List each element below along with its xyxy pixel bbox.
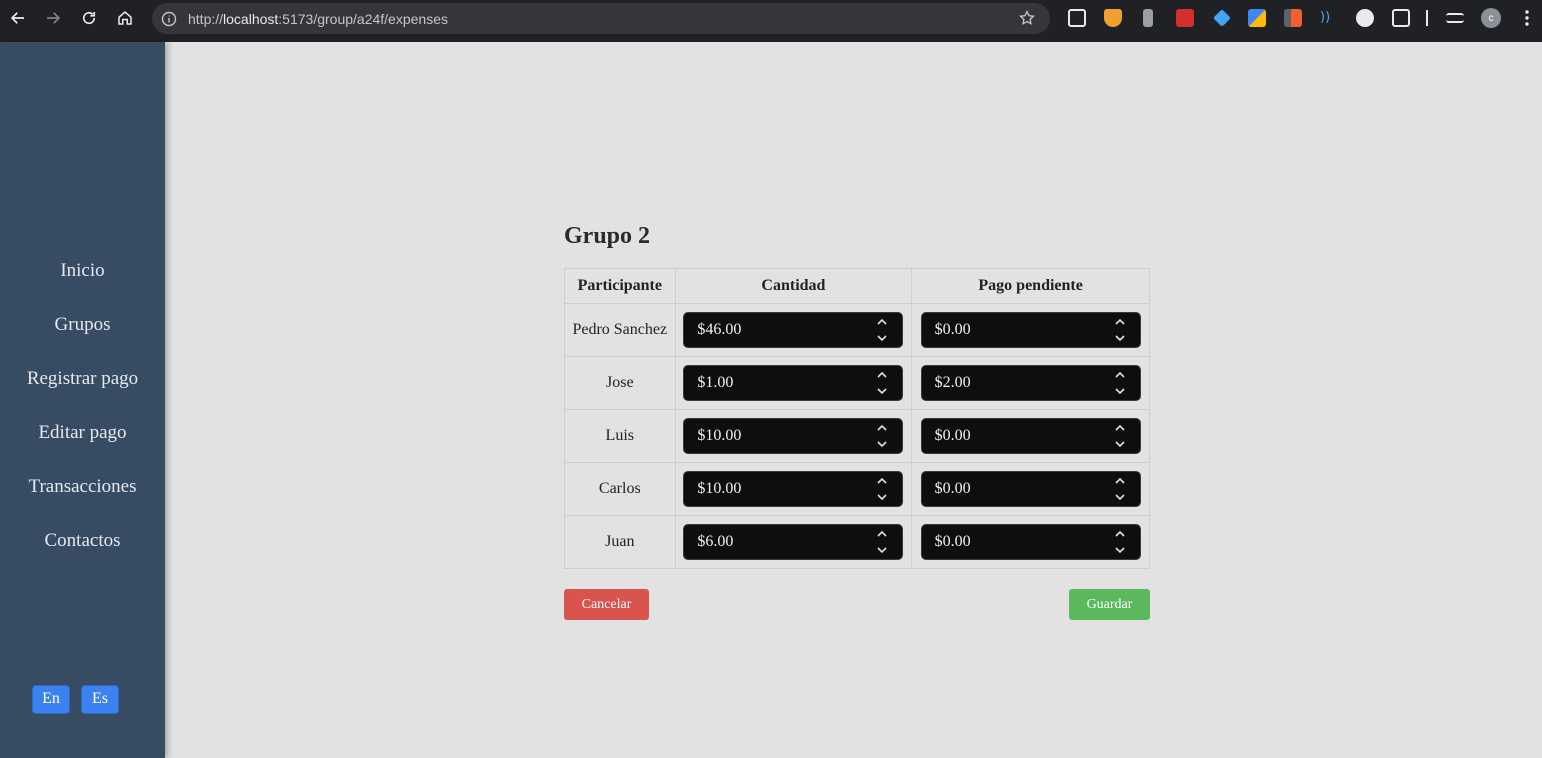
extension-multicolor-icon[interactable] (1248, 9, 1266, 27)
spinner-arrows-icon[interactable] (876, 475, 888, 503)
forward-icon[interactable] (35, 0, 71, 36)
participant-name: Jose (564, 356, 676, 410)
pending-value: $0.00 (934, 427, 971, 444)
extension-phone-icon[interactable] (1143, 9, 1153, 27)
reload-icon[interactable] (71, 0, 107, 36)
extension-circle-icon[interactable] (1356, 9, 1374, 27)
sidebar-item-contactos[interactable]: Contactos (0, 529, 165, 553)
language-es-button[interactable]: Es (81, 685, 119, 714)
amount-input[interactable]: $46.00 (683, 312, 904, 348)
menu-kebab-icon[interactable] (1519, 9, 1535, 27)
spinner-arrows-icon[interactable] (1114, 528, 1126, 556)
amount-value: $6.00 (697, 533, 734, 550)
spinner-arrows-icon[interactable] (876, 528, 888, 556)
table-row: Jose $1.00 $2.00 (564, 356, 1150, 410)
extension-flag-icon[interactable] (1284, 9, 1302, 27)
sidebar-item-inicio[interactable]: Inicio (0, 259, 165, 283)
amount-value: $46.00 (697, 321, 742, 338)
sidebar-item-transacciones[interactable]: Transacciones (0, 475, 165, 499)
pending-cell: $2.00 (911, 356, 1150, 410)
amount-value: $10.00 (697, 480, 742, 497)
amount-input[interactable]: $10.00 (683, 471, 904, 507)
pending-payment-input[interactable]: $0.00 (920, 524, 1141, 560)
pending-payment-input[interactable]: $0.00 (920, 471, 1141, 507)
spinner-arrows-icon[interactable] (1114, 369, 1126, 397)
participant-name: Luis (564, 409, 676, 463)
extension-red-icon[interactable] (1176, 9, 1194, 27)
table-row: Carlos $10.00 $0.00 (564, 462, 1150, 516)
spinner-arrows-icon[interactable] (876, 316, 888, 344)
spinner-arrows-icon[interactable] (1114, 475, 1126, 503)
extension-wave-icon[interactable]: )) (1320, 9, 1338, 27)
table-row: Pedro Sanchez $46.00 $0.00 (564, 303, 1150, 357)
pending-payment-input[interactable]: $0.00 (920, 418, 1141, 454)
table-header-row: Participante Cantidad Pago pendiente (564, 268, 1150, 304)
pending-value: $0.00 (934, 533, 971, 550)
save-button[interactable]: Guardar (1069, 589, 1150, 620)
amount-input[interactable]: $1.00 (683, 365, 904, 401)
pending-cell: $0.00 (911, 409, 1150, 463)
home-icon[interactable] (107, 0, 143, 36)
site-info-icon[interactable] (161, 11, 177, 27)
amount-cell: $1.00 (674, 356, 913, 410)
amount-value: $1.00 (697, 374, 734, 391)
media-control-icon[interactable] (1446, 13, 1464, 23)
sidebar-item-editar-pago[interactable]: Editar pago (0, 421, 165, 445)
pending-payment-input[interactable]: $0.00 (920, 312, 1141, 348)
expenses-table: Participante Cantidad Pago pendiente Ped… (564, 268, 1150, 569)
browser-toolbar: http://localhost:5173/group/a24f/expense… (0, 0, 1542, 42)
pending-value: $0.00 (934, 480, 971, 497)
url-text: http://localhost:5173/group/a24f/expense… (188, 10, 448, 27)
participant-name: Pedro Sanchez (564, 303, 676, 357)
spinner-arrows-icon[interactable] (876, 369, 888, 397)
bookmark-star-icon[interactable] (1018, 9, 1036, 27)
amount-input[interactable]: $10.00 (683, 418, 904, 454)
participant-name: Juan (564, 515, 676, 569)
extensions-puzzle-icon[interactable] (1392, 9, 1410, 27)
sidebar-item-grupos[interactable]: Grupos (0, 313, 165, 337)
pending-value: $0.00 (934, 321, 971, 338)
pending-cell: $0.00 (911, 303, 1150, 357)
language-en-button[interactable]: En (32, 685, 70, 714)
amount-cell: $6.00 (674, 515, 913, 569)
table-row: Juan $6.00 $0.00 (564, 515, 1150, 569)
pending-payment-input[interactable]: $2.00 (920, 365, 1141, 401)
amount-cell: $46.00 (674, 303, 913, 357)
table-row: Luis $10.00 $0.00 (564, 409, 1150, 463)
amount-input[interactable]: $6.00 (683, 524, 904, 560)
spinner-arrows-icon[interactable] (876, 422, 888, 450)
sidebar-item-registrar-pago[interactable]: Registrar pago (0, 367, 165, 391)
page-title: Grupo 2 (564, 223, 651, 249)
extension-diamond-icon[interactable] (1213, 9, 1231, 27)
spinner-arrows-icon[interactable] (1114, 316, 1126, 344)
address-bar[interactable]: http://localhost:5173/group/a24f/expense… (152, 3, 1050, 34)
pending-value: $2.00 (934, 374, 971, 391)
sidebar: Inicio Grupos Registrar pago Editar pago… (0, 42, 165, 758)
header-pago-pendiente: Pago pendiente (911, 268, 1150, 304)
amount-value: $10.00 (697, 427, 742, 444)
tab-search-icon[interactable] (1068, 9, 1086, 27)
spinner-arrows-icon[interactable] (1114, 422, 1126, 450)
pending-cell: $0.00 (911, 515, 1150, 569)
header-participante: Participante (564, 268, 676, 304)
cancel-button[interactable]: Cancelar (564, 589, 649, 620)
amount-cell: $10.00 (674, 462, 913, 516)
toolbar-divider (1426, 10, 1428, 26)
participant-name: Carlos (564, 462, 676, 516)
header-cantidad: Cantidad (674, 268, 913, 304)
pending-cell: $0.00 (911, 462, 1150, 516)
extension-shield-icon[interactable] (1104, 9, 1122, 27)
profile-avatar[interactable]: c (1481, 8, 1501, 28)
back-icon[interactable] (0, 0, 36, 36)
amount-cell: $10.00 (674, 409, 913, 463)
